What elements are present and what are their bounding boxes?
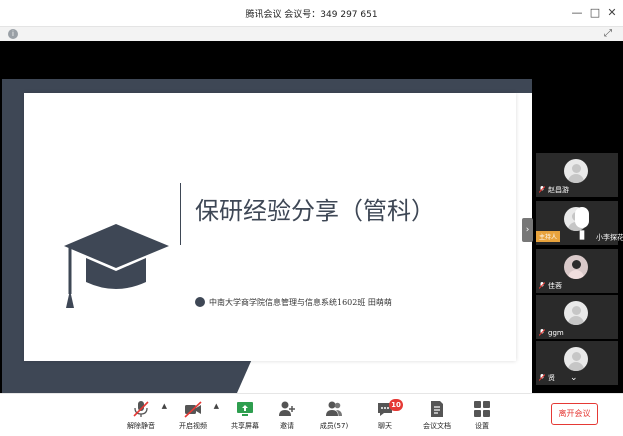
meeting-info-strip: i ⤢: [0, 27, 623, 41]
slide-left-band: [2, 79, 24, 393]
close-icon[interactable]: ✕: [605, 6, 619, 20]
meeting-toolbar: 解除静音 ▲ 开启视频 ▲ 共享屏幕 邀请 成员(57) 10 聊天 会议文档 …: [0, 393, 623, 436]
settings-button[interactable]: 设置: [459, 400, 505, 431]
meeting-docs-label: 会议文档: [423, 422, 451, 430]
participant-tile[interactable]: 贤 ⌄: [536, 341, 618, 385]
mic-muted-icon: [539, 329, 545, 336]
share-screen-label: 共享屏幕: [231, 422, 259, 430]
add-user-icon: [279, 401, 295, 416]
participant-name: 赵昌游: [539, 185, 569, 195]
participant-tile[interactable]: ggm: [536, 295, 618, 339]
mic-icon: [574, 207, 589, 240]
invite-button[interactable]: 邀请: [264, 400, 310, 431]
members-icon: [326, 401, 342, 416]
mic-muted-icon: [133, 401, 149, 417]
slide-subtitle: 中南大学商学院信息管理与信息系统1602班 田萌萌: [209, 298, 392, 307]
slide-title: 保研经验分享（管科）: [195, 197, 435, 225]
leave-meeting-button[interactable]: 离开会议: [551, 403, 598, 425]
presentation-slide: 保研经验分享（管科） 中南大学商学院信息管理与信息系统1602班 田萌萌: [2, 79, 532, 393]
title-divider: [180, 183, 181, 245]
minimize-icon[interactable]: —: [570, 6, 584, 20]
participant-tile[interactable]: 主持人 小李探花: [536, 201, 623, 245]
host-badge: 主持人: [536, 231, 561, 242]
chevron-down-icon[interactable]: ⌄: [570, 373, 578, 383]
members-button[interactable]: 成员(57): [311, 400, 357, 431]
title-bar: 腾讯会议 会议号：349 297 651 — □ ✕: [0, 0, 623, 27]
participant-name: 贤: [539, 373, 555, 383]
share-screen-icon: [237, 402, 253, 416]
avatar: [564, 301, 588, 325]
participant-tile[interactable]: 佳蓉: [536, 249, 618, 293]
document-icon: [431, 401, 443, 417]
person-icon: [195, 297, 205, 307]
participant-name: ggm: [539, 329, 564, 337]
mic-muted-icon: [539, 374, 545, 381]
start-video-label: 开启视频: [179, 422, 207, 430]
info-icon[interactable]: i: [8, 29, 18, 39]
participant-name: 小李探花: [568, 207, 623, 243]
chat-button[interactable]: 10 聊天: [362, 399, 408, 431]
shared-screen-stage: 保研经验分享（管科） 中南大学商学院信息管理与信息系统1602班 田萌萌 › 赵…: [0, 41, 623, 393]
invite-label: 邀请: [280, 422, 294, 430]
mic-muted-icon: [539, 282, 545, 289]
collapse-sidebar-button[interactable]: ›: [522, 218, 533, 242]
caret-up-icon[interactable]: ▲: [162, 402, 167, 410]
slide-bottom-band: [2, 359, 252, 393]
share-screen-button[interactable]: 共享屏幕: [222, 400, 268, 431]
unmute-button[interactable]: 解除静音 ▲: [118, 400, 167, 431]
slide-top-band: [2, 79, 532, 93]
unmute-label: 解除静音: [127, 422, 155, 430]
participant-name: 佳蓉: [539, 281, 562, 291]
members-label: 成员(57): [319, 422, 349, 430]
participant-tile[interactable]: 赵昌游: [536, 153, 618, 197]
avatar: [564, 255, 588, 279]
start-video-button[interactable]: 开启视频 ▲: [170, 400, 219, 431]
maximize-icon[interactable]: □: [588, 6, 602, 20]
settings-grid-icon: [474, 401, 490, 417]
caret-up-icon[interactable]: ▲: [214, 402, 219, 410]
mic-muted-icon: [539, 186, 545, 193]
video-off-icon: [184, 401, 202, 418]
avatar: [564, 347, 588, 371]
settings-label: 设置: [475, 422, 489, 430]
window-title: 腾讯会议 会议号：349 297 651: [245, 10, 378, 20]
fullscreen-icon[interactable]: ⤢: [604, 28, 615, 39]
graduation-cap-icon: [64, 224, 169, 308]
chat-label: 聊天: [378, 422, 392, 430]
avatar: [564, 159, 588, 183]
meeting-docs-button[interactable]: 会议文档: [414, 400, 460, 431]
chat-unread-badge: 10: [389, 399, 403, 411]
